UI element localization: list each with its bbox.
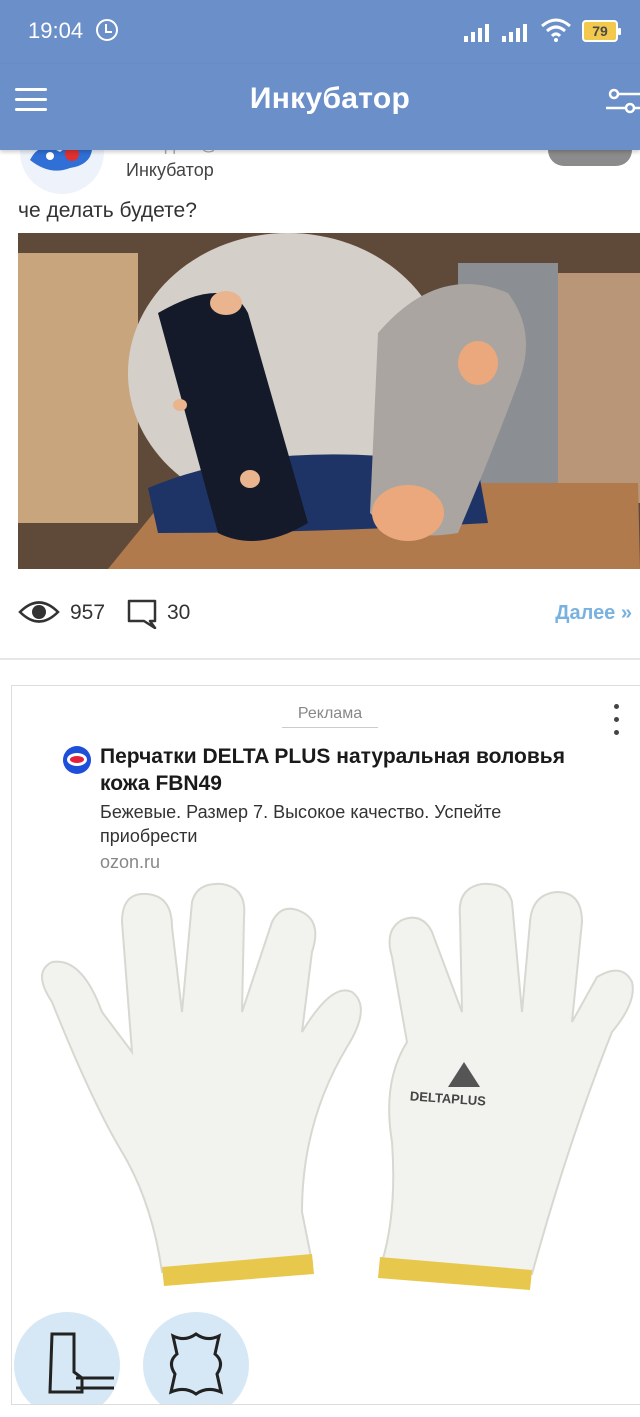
ad-label: Реклама [297, 705, 363, 722]
battery-indicator: 79 [582, 20, 621, 42]
read-more-link[interactable]: Далее » [555, 602, 632, 625]
comment-icon[interactable] [126, 597, 158, 629]
alarm-icon [96, 19, 118, 41]
right-glove-image: DELTAPLUS [378, 882, 634, 1290]
wifi-icon [541, 18, 571, 42]
post-card[interactable]: Сегодня @ ПРНТ Инкубатор че делать будет… [0, 110, 640, 660]
ad-title[interactable]: Перчатки DELTA PLUS натуральная воловья … [100, 743, 600, 797]
ad-description: Бежевые. Размер 7. Высокое качество. Усп… [100, 802, 502, 846]
app-title: Инкубатор [249, 82, 411, 115]
app-bar: Инкубатор [0, 64, 640, 150]
feature-leather-icon [143, 1312, 249, 1404]
left-glove-image [41, 882, 362, 1286]
community-name[interactable]: Инкубатор [126, 160, 214, 181]
comments-count[interactable]: 30 [167, 601, 190, 625]
ad-card[interactable]: Реклама Перчатки DELTA PLUS натуральная … [11, 685, 640, 1405]
filter-icon[interactable] [606, 86, 640, 116]
divider [0, 658, 640, 660]
eye-icon [18, 601, 60, 623]
signal-strength-icon-2 [502, 22, 534, 42]
ad-label-underline [282, 727, 378, 728]
ad-domain[interactable]: ozon.ru [100, 852, 160, 873]
status-time: 19:04 [28, 18, 84, 43]
more-options-icon[interactable] [613, 702, 621, 738]
ad-product-image[interactable]: DELTAPLUS [12, 882, 640, 1312]
views-count: 957 [70, 601, 106, 624]
feature-size-icon [14, 1312, 120, 1404]
post-text: че делать будете? [18, 199, 197, 222]
post-stats: 957 30 Далее » [18, 593, 632, 633]
ozon-logo-icon [63, 746, 91, 774]
status-bar: 19:04 79 [0, 0, 640, 64]
post-image[interactable] [18, 233, 640, 569]
signal-strength-icon [464, 22, 496, 42]
